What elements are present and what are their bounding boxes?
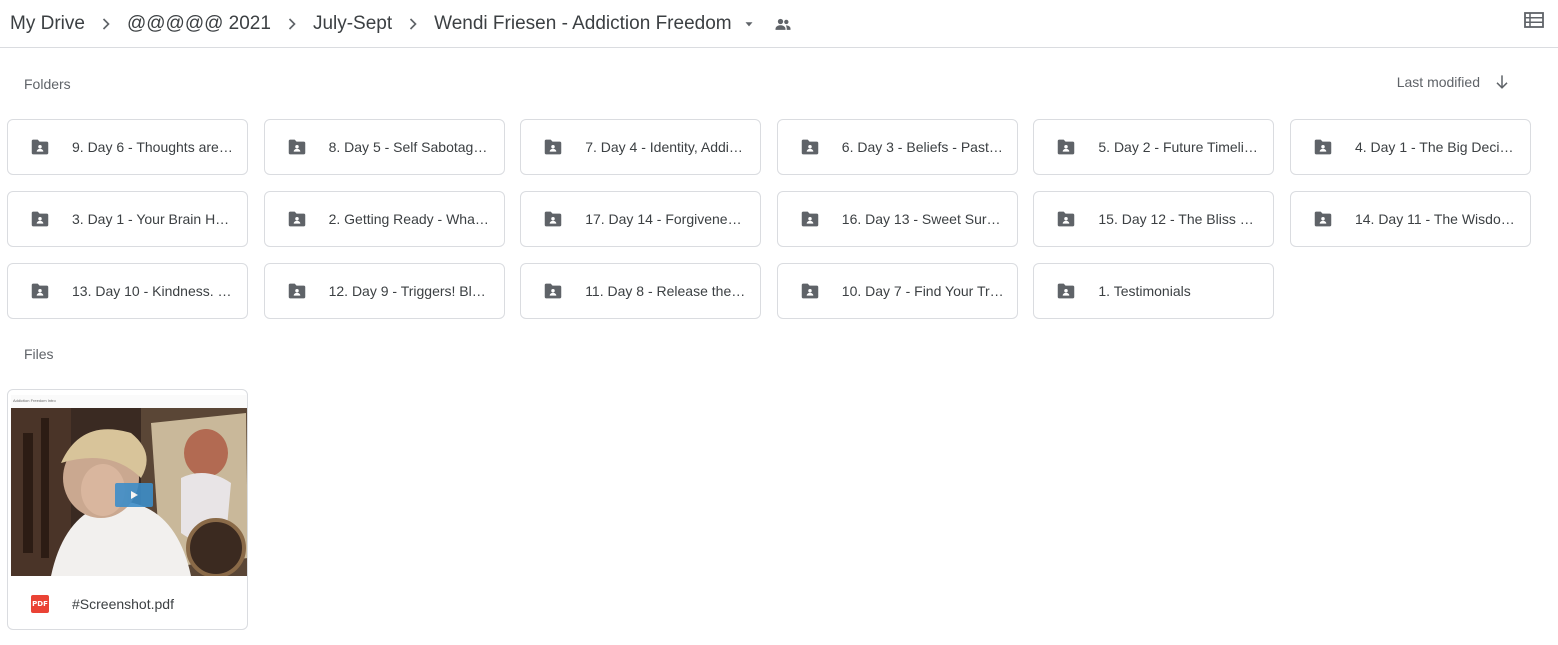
- folder-tile[interactable]: 3. Day 1 - Your Brain H…: [7, 191, 248, 247]
- thumbnail-caption: Addiction Freedom Intro: [11, 395, 247, 408]
- folder-name[interactable]: 4. Day 1 - The Big Deci…: [1355, 139, 1513, 155]
- shared-folder-icon: [29, 280, 51, 302]
- folder-tile[interactable]: 16. Day 13 - Sweet Sur…: [776, 191, 1018, 247]
- folder-tile[interactable]: 4. Day 1 - The Big Deci…: [1289, 119, 1531, 175]
- folder-name[interactable]: 10. Day 7 - Find Your Tr…: [842, 283, 1004, 299]
- folder-name[interactable]: 8. Day 5 - Self Sabotag…: [329, 139, 488, 155]
- chevron-right-icon: [272, 4, 312, 44]
- shared-folder-icon: [1055, 280, 1077, 302]
- breadcrumb-july-sept[interactable]: July-Sept: [312, 4, 393, 44]
- folder-name[interactable]: 2. Getting Ready - Wha…: [329, 211, 489, 227]
- breadcrumb: My Drive @@@@@ 2021 July-Sept Wendi Frie…: [0, 4, 801, 44]
- file-name[interactable]: #Screenshot.pdf: [72, 596, 174, 612]
- folder-name[interactable]: 16. Day 13 - Sweet Sur…: [842, 211, 1001, 227]
- folder-tile[interactable]: 1. Testimonials: [1033, 263, 1275, 319]
- file-card[interactable]: Addiction Freedom Intro PDF #Screenshot.…: [7, 389, 248, 630]
- shared-folder-icon: [799, 280, 821, 302]
- folder-name[interactable]: 6. Day 3 - Beliefs - Past…: [842, 139, 1003, 155]
- folder-name[interactable]: 5. Day 2 - Future Timeli…: [1098, 139, 1258, 155]
- folder-name[interactable]: 17. Day 14 - Forgivene…: [585, 211, 741, 227]
- folder-name[interactable]: 13. Day 10 - Kindness. …: [72, 283, 232, 299]
- shared-folder-icon: [542, 136, 564, 158]
- folder-tile[interactable]: 7. Day 4 - Identity, Addi…: [520, 119, 762, 175]
- caret-down-icon[interactable]: [733, 4, 765, 44]
- chevron-right-icon: [86, 4, 126, 44]
- shared-folder-icon: [542, 280, 564, 302]
- folder-tile[interactable]: 6. Day 3 - Beliefs - Past…: [776, 119, 1018, 175]
- top-bar: My Drive @@@@@ 2021 July-Sept Wendi Frie…: [0, 0, 1558, 48]
- folder-name[interactable]: 14. Day 11 - The Wisdo…: [1355, 211, 1515, 227]
- folder-tile[interactable]: 10. Day 7 - Find Your Tr…: [776, 263, 1018, 319]
- shared-folder-icon: [286, 208, 308, 230]
- shared-folder-icon: [542, 208, 564, 230]
- shared-folder-icon: [799, 208, 821, 230]
- folder-tile[interactable]: 11. Day 8 - Release the…: [520, 263, 762, 319]
- shared-folder-icon: [286, 136, 308, 158]
- folders-section-label: Folders: [24, 76, 71, 92]
- folder-tile[interactable]: 14. Day 11 - The Wisdo…: [1289, 191, 1531, 247]
- pdf-file-icon: PDF: [31, 594, 49, 613]
- folder-grid: 9. Day 6 - Thoughts are… 8. Day 5 - Self …: [7, 119, 1531, 319]
- list-view-icon[interactable]: [1522, 8, 1546, 32]
- file-footer: PDF #Screenshot.pdf: [8, 576, 247, 629]
- folder-tile[interactable]: 12. Day 9 - Triggers! Bl…: [263, 263, 505, 319]
- people-icon[interactable]: [765, 4, 801, 44]
- chevron-right-icon: [393, 4, 433, 44]
- folder-tile[interactable]: 8. Day 5 - Self Sabotag…: [263, 119, 505, 175]
- shared-folder-icon: [1055, 136, 1077, 158]
- folder-name[interactable]: 9. Day 6 - Thoughts are…: [72, 139, 233, 155]
- folder-name[interactable]: 11. Day 8 - Release the…: [585, 283, 745, 299]
- folder-tile[interactable]: 9. Day 6 - Thoughts are…: [7, 119, 248, 175]
- files-section-label: Files: [24, 346, 54, 362]
- folder-name[interactable]: 12. Day 9 - Triggers! Bl…: [329, 283, 486, 299]
- shared-folder-icon: [1055, 208, 1077, 230]
- breadcrumb-my-drive[interactable]: My Drive: [9, 4, 86, 44]
- shared-folder-icon: [1312, 136, 1334, 158]
- folder-tile[interactable]: 13. Day 10 - Kindness. …: [7, 263, 248, 319]
- sort-label[interactable]: Last modified: [1397, 74, 1480, 90]
- play-icon[interactable]: [115, 483, 153, 507]
- file-thumbnail: Addiction Freedom Intro: [11, 395, 247, 576]
- arrow-down-icon[interactable]: [1492, 72, 1512, 92]
- breadcrumb-current-folder[interactable]: Wendi Friesen - Addiction Freedom: [433, 4, 732, 44]
- folder-name[interactable]: 7. Day 4 - Identity, Addi…: [585, 139, 743, 155]
- folder-name[interactable]: 3. Day 1 - Your Brain H…: [72, 211, 229, 227]
- folder-name[interactable]: 15. Day 12 - The Bliss …: [1098, 211, 1253, 227]
- folder-name[interactable]: 1. Testimonials: [1098, 283, 1190, 299]
- folder-tile[interactable]: 15. Day 12 - The Bliss …: [1033, 191, 1275, 247]
- folder-tile[interactable]: 17. Day 14 - Forgivene…: [520, 191, 762, 247]
- breadcrumb-2021[interactable]: @@@@@ 2021: [126, 4, 272, 44]
- shared-folder-icon: [799, 136, 821, 158]
- shared-folder-icon: [286, 280, 308, 302]
- shared-folder-icon: [29, 136, 51, 158]
- shared-folder-icon: [29, 208, 51, 230]
- folder-tile[interactable]: 5. Day 2 - Future Timeli…: [1033, 119, 1275, 175]
- folder-tile[interactable]: 2. Getting Ready - Wha…: [263, 191, 505, 247]
- sort-control[interactable]: Last modified: [1397, 72, 1512, 92]
- shared-folder-icon: [1312, 208, 1334, 230]
